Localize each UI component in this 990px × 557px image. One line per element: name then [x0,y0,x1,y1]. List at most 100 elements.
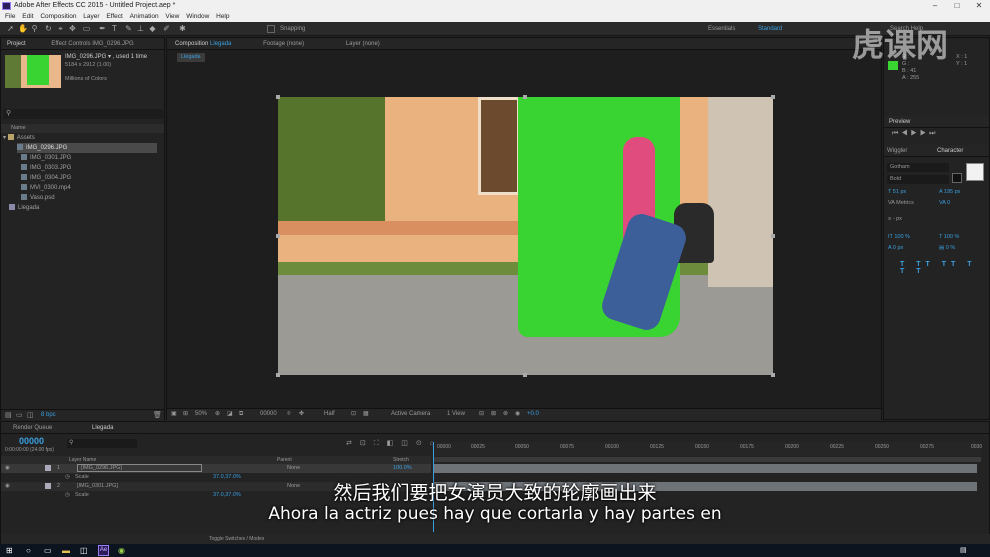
font-style-dropdown[interactable]: Bold [887,175,949,184]
time-ruler[interactable]: 00000 00025 00050 00075 00100 00125 0015… [433,442,982,456]
minimize-button[interactable]: – [924,0,946,12]
show-channel-icon[interactable]: ✤ [299,409,304,420]
font-size-value[interactable]: T 51 px [888,189,906,195]
tab-preview[interactable]: Preview [889,119,910,125]
brush-tool-icon[interactable]: ✎ [124,24,133,33]
timeline-search-input[interactable]: ⚲ [67,439,137,448]
kerning-value[interactable]: VA Metrics [888,200,914,206]
file-explorer-icon[interactable]: ▬ [62,546,70,555]
table-row[interactable]: ◉ 1 [IMG_0296.JPG] None 100.0% [1,464,431,473]
menu-edit[interactable]: Edit [22,13,33,20]
timeline-timecode[interactable]: 00000 [19,436,44,446]
pan-behind-tool-icon[interactable]: ✥ [68,24,77,33]
menu-help[interactable]: Help [216,13,229,20]
mask-tool-icon[interactable]: ▭ [82,24,91,33]
stretch-value[interactable]: 100.0% [393,464,412,473]
tab-effect-controls[interactable]: Effect Controls IMG_0296.JPG [51,41,133,47]
tab-composition[interactable]: Composition Llegada [175,41,231,47]
tab-character[interactable]: Character [937,148,963,154]
leading-value[interactable]: A 195 px [939,189,960,195]
visibility-eye-icon[interactable]: ◉ [5,464,10,473]
fast-previews-icon[interactable]: ⊡ [351,409,356,420]
parent-dropdown[interactable]: None [287,464,300,473]
name-column-header[interactable]: Name [1,124,164,133]
after-effects-taskbar-icon[interactable]: Ae [98,545,109,556]
menu-view[interactable]: View [165,13,179,20]
tsume-value[interactable]: ▤ 0 % [939,245,955,251]
baseline-shift-value[interactable]: A 0 px [888,245,903,251]
zoom-tool-icon[interactable]: ⚲ [30,24,39,33]
assets-folder[interactable]: ▾ Assets [3,133,35,143]
trash-icon[interactable]: 🗑 [153,411,162,419]
roto-brush-tool-icon[interactable]: ✐ [162,24,171,33]
workspace-essentials[interactable]: Essentials [708,23,735,35]
view-layout-dropdown[interactable]: 1 View [447,409,465,420]
snapshot-camera-icon[interactable]: ⌾ [287,409,291,420]
list-item[interactable]: Vaso.psd [21,193,55,203]
list-item[interactable]: IMG_0301.JPG [21,153,71,163]
interpret-footage-icon[interactable]: ▤ [5,411,12,419]
tab-render-queue[interactable]: Render Queue [13,425,52,431]
close-button[interactable]: ✕ [968,0,990,12]
selection-tool-icon[interactable]: ➚ [6,24,15,33]
list-item[interactable]: MVI_0300.mp4 [21,183,71,193]
faux-styles-row[interactable]: T TT TT T T T [900,261,989,275]
col-layer-name[interactable]: Layer Name [69,456,96,464]
menu-layer[interactable]: Layer [83,13,99,20]
toggle-pixel-aspect-icon[interactable]: ⊟ [479,409,484,420]
region-of-interest-icon[interactable]: ⊞ [183,409,188,420]
menu-composition[interactable]: Composition [40,13,76,20]
next-frame-icon[interactable]: ▶ [920,130,929,137]
tab-wiggler[interactable]: Wiggler [887,148,907,154]
task-view-icon[interactable]: ▭ [44,546,52,555]
eraser-tool-icon[interactable]: ◆ [148,24,157,33]
toggle-switches-modes[interactable]: Toggle Switches / Modes [209,534,264,544]
pen-tool-icon[interactable]: ✒ [98,24,107,33]
camera-dropdown[interactable]: Active Camera [391,409,430,420]
stroke-width-value[interactable]: ≡ - px [888,216,902,222]
col-stretch[interactable]: Stretch [393,456,409,464]
rotate-tool-icon[interactable]: ↻ [44,24,53,33]
windows-start-icon[interactable]: ⊞ [6,546,13,555]
list-item[interactable]: Llegada [9,203,39,213]
tab-footage[interactable]: Footage (none) [263,41,304,47]
always-preview-icon[interactable]: ▣ [171,409,177,420]
maximize-button[interactable]: □ [946,0,968,12]
menu-window[interactable]: Window [186,13,209,20]
list-item[interactable]: IMG_0303.JPG [21,163,71,173]
new-folder-icon[interactable]: ▭ [16,411,23,419]
exposure-value[interactable]: +0.0 [527,409,539,420]
layer-name[interactable]: [IMG_0296.JPG] [77,464,202,472]
menu-file[interactable]: File [5,13,15,20]
resolution-dropdown[interactable]: Half [324,409,335,420]
menu-animation[interactable]: Animation [130,13,159,20]
workspace-standard[interactable]: Standard [758,23,782,35]
prev-frame-icon[interactable]: ◀ [901,130,910,137]
horizontal-scale-value[interactable]: T 100 % [939,234,959,240]
transparency-grid-icon[interactable]: ▦ [363,409,369,420]
store-icon[interactable]: ◫ [80,546,88,555]
render-flowchart-icon[interactable]: ⊗ [503,409,508,420]
col-parent[interactable]: Parent [277,456,292,464]
mask-visibility-icon[interactable]: ◪ [227,409,233,420]
label-color-icon[interactable] [45,465,51,471]
menu-effect[interactable]: Effect [106,13,123,20]
stroke-color-swatch[interactable] [952,173,962,183]
comp-badge[interactable]: Llegada [177,53,205,62]
list-item[interactable]: IMG_0304.JPG [21,173,71,183]
first-frame-icon[interactable]: ⏮ [892,130,901,137]
snapping-checkbox[interactable] [267,25,275,33]
motion-blur-icon[interactable]: ⊠ [491,409,496,420]
tab-timeline-comp[interactable]: Llegada [92,425,113,431]
work-area-bar[interactable] [433,457,981,462]
last-frame-icon[interactable]: ⏭ [929,130,938,137]
new-composition-icon[interactable]: ◫ [27,411,34,419]
puppet-tool-icon[interactable]: ✱ [178,24,187,33]
camera-tool-icon[interactable]: ⌖ [56,24,65,33]
vertical-scale-value[interactable]: IT 100 % [888,234,910,240]
notifications-icon[interactable]: ▤ [960,546,967,554]
layer-bar[interactable] [433,464,977,473]
cortana-icon[interactable]: ○ [26,546,31,555]
clone-tool-icon[interactable]: ⊥ [136,24,145,33]
hand-tool-icon[interactable]: ✋ [18,24,28,33]
